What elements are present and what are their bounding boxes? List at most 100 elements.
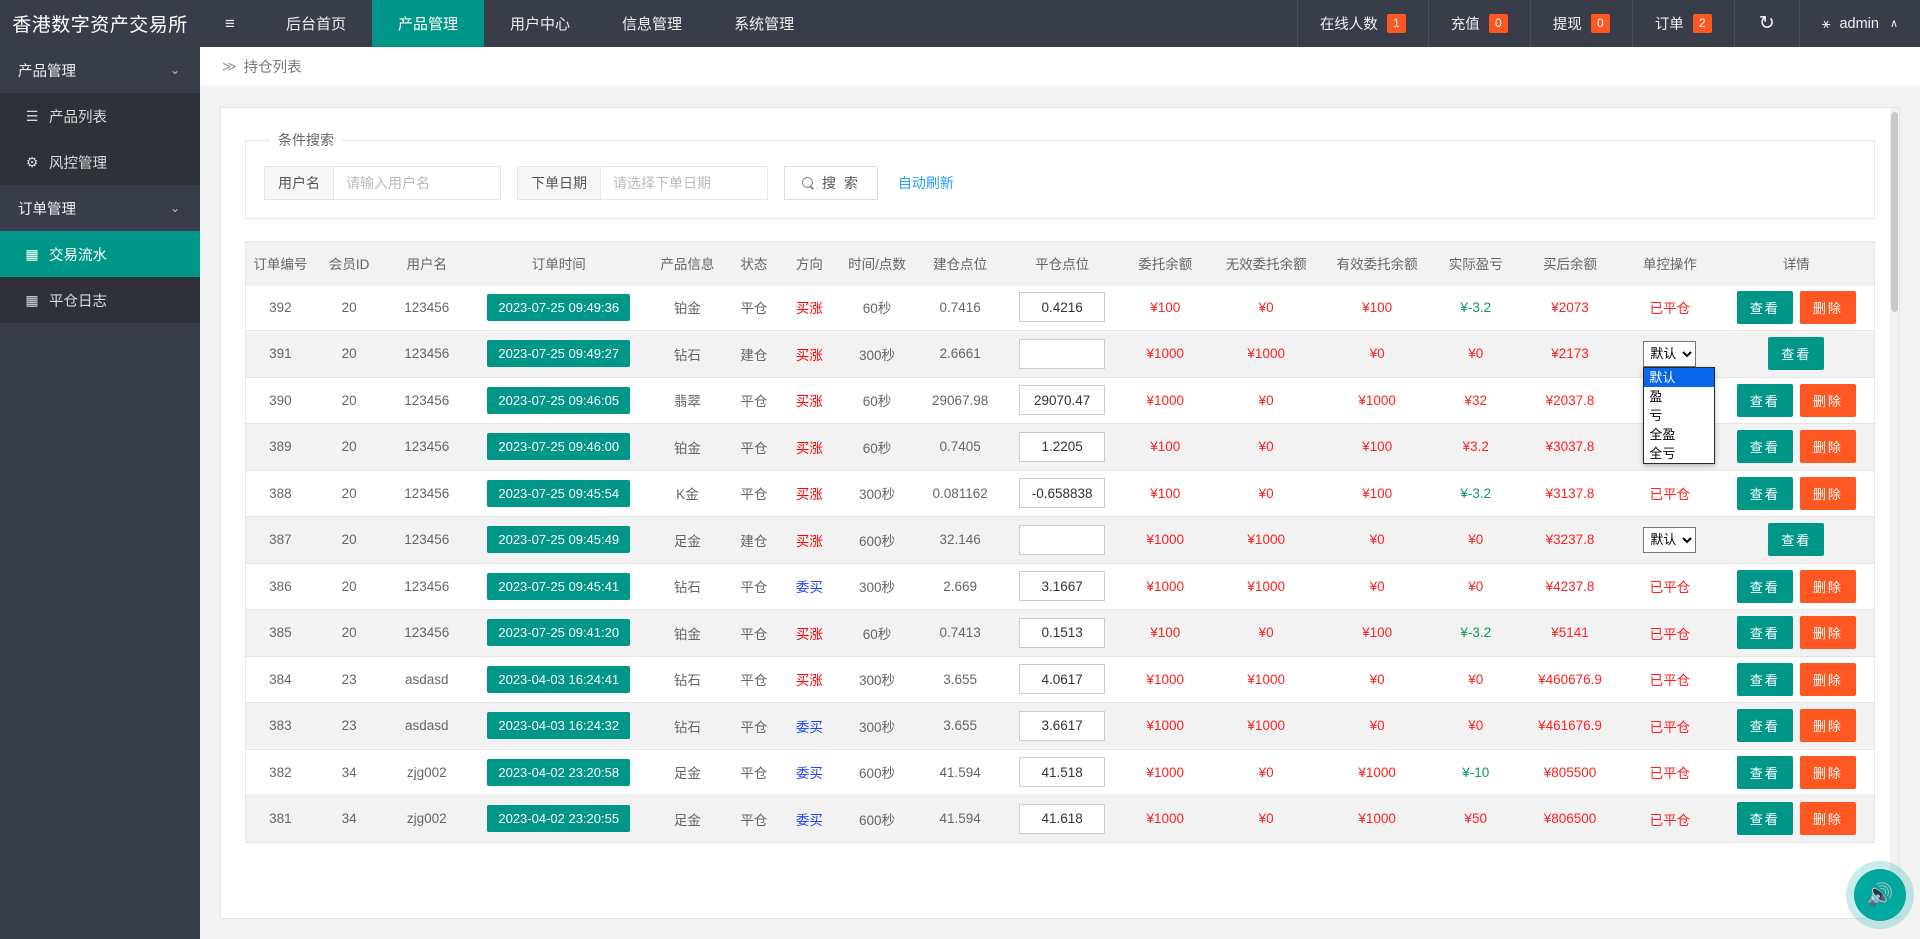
menu-icon[interactable]: ≡ <box>200 0 260 47</box>
control-option-4[interactable]: 全亏 <box>1644 444 1714 463</box>
sidebar-item-position-log[interactable]: ▦ 平仓日志 <box>0 277 200 323</box>
refresh-icon[interactable]: ↻ <box>1734 0 1799 47</box>
order-id-value: 381 <box>269 811 292 826</box>
cell-close-point[interactable] <box>1005 517 1120 564</box>
cell-close-point[interactable] <box>1005 703 1120 750</box>
delete-button[interactable]: 删除 <box>1800 616 1856 649</box>
control-option-1[interactable]: 盈 <box>1644 387 1714 406</box>
cell-close-point[interactable] <box>1005 424 1120 471</box>
view-button[interactable]: 查看 <box>1768 523 1824 556</box>
username-value: 123456 <box>404 579 449 594</box>
cell-close-point[interactable] <box>1005 331 1120 378</box>
control-select-host: 默认盈亏全盈全亏 <box>1643 527 1696 553</box>
control-option-3[interactable]: 全盈 <box>1644 425 1714 444</box>
scrollbar-thumb[interactable] <box>1891 112 1898 312</box>
user-menu[interactable]: ⚹ admin ∧ <box>1799 0 1920 47</box>
view-button[interactable]: 查看 <box>1737 802 1793 835</box>
cell-product-info: 钻石 <box>647 656 727 703</box>
cell-close-point[interactable] <box>1005 610 1120 657</box>
cell-close-point[interactable] <box>1005 563 1120 610</box>
delete-button[interactable]: 删除 <box>1800 291 1856 324</box>
col-order-id: 订单编号 <box>246 242 315 284</box>
sidebar-item-transaction-flow[interactable]: ▦ 交易流水 <box>0 231 200 277</box>
order-id-value: 385 <box>269 625 292 640</box>
member-id-value: 23 <box>342 718 357 733</box>
cell-close-point[interactable] <box>1005 284 1120 331</box>
cell-entrust-balance: ¥1000 <box>1120 749 1211 796</box>
cell-actual-pnl: ¥0 <box>1433 517 1520 564</box>
cell-close-point[interactable] <box>1005 796 1120 843</box>
delete-button[interactable]: 删除 <box>1800 709 1856 742</box>
cell-period: 300秒 <box>838 563 916 610</box>
cell-control: 已平仓 <box>1621 284 1719 331</box>
orders-table-header-row: 订单编号 会员ID 用户名 订单时间 产品信息 状态 方向 时间/点数 建仓点位… <box>246 242 1874 284</box>
cell-close-point[interactable] <box>1005 377 1120 424</box>
nav-item-home[interactable]: 后台首页 <box>260 0 372 47</box>
sidebar-group-product-management[interactable]: 产品管理 ⌄ <box>0 47 200 93</box>
view-button[interactable]: 查看 <box>1737 477 1793 510</box>
close-point-input <box>1019 432 1105 462</box>
stat-recharge[interactable]: 充值 0 <box>1428 0 1530 47</box>
cell-open-point: 2.6661 <box>916 331 1005 378</box>
delete-button[interactable]: 删除 <box>1800 570 1856 603</box>
vertical-scrollbar[interactable] <box>1890 108 1899 918</box>
control-option-2[interactable]: 亏 <box>1644 406 1714 425</box>
delete-button[interactable]: 删除 <box>1800 756 1856 789</box>
view-button[interactable]: 查看 <box>1737 616 1793 649</box>
sound-icon[interactable]: 🔊 <box>1854 869 1906 921</box>
control-option-0[interactable]: 默认 <box>1644 368 1714 387</box>
stat-orders[interactable]: 订单 2 <box>1632 0 1734 47</box>
status-value: 平仓 <box>740 441 767 456</box>
delete-button[interactable]: 删除 <box>1800 430 1856 463</box>
nav-item-product-management[interactable]: 产品管理 <box>372 0 484 47</box>
view-button[interactable]: 查看 <box>1737 384 1793 417</box>
nav-item-user-center[interactable]: 用户中心 <box>484 0 596 47</box>
direction-value: 买涨 <box>796 673 823 688</box>
delete-button[interactable]: 删除 <box>1800 477 1856 510</box>
order-date-input[interactable] <box>600 166 768 200</box>
status-value: 平仓 <box>740 301 767 316</box>
order-id-value: 386 <box>269 579 292 594</box>
after-balance-value: ¥5141 <box>1551 625 1589 640</box>
delete-button[interactable]: 删除 <box>1800 802 1856 835</box>
control-select[interactable]: 默认盈亏全盈全亏 <box>1643 527 1696 553</box>
order-id-value: 383 <box>269 718 292 733</box>
view-button[interactable]: 查看 <box>1737 291 1793 324</box>
cell-product-info: 足金 <box>647 796 727 843</box>
view-button[interactable]: 查看 <box>1737 570 1793 603</box>
status-value: 平仓 <box>740 487 767 502</box>
cell-close-point[interactable] <box>1005 749 1120 796</box>
stat-online-users[interactable]: 在线人数 1 <box>1297 0 1428 47</box>
search-button[interactable]: 搜 索 <box>784 166 878 200</box>
cell-product-info: 铂金 <box>647 284 727 331</box>
view-button[interactable]: 查看 <box>1737 430 1793 463</box>
nav-item-info-management[interactable]: 信息管理 <box>596 0 708 47</box>
cell-valid-balance: ¥100 <box>1322 284 1433 331</box>
stat-withdraw[interactable]: 提现 0 <box>1530 0 1632 47</box>
control-dropdown-list[interactable]: 默认盈亏全盈全亏 <box>1643 367 1715 464</box>
sidebar-item-risk-control[interactable]: ⚙ 风控管理 <box>0 139 200 185</box>
member-id-value: 34 <box>342 765 357 780</box>
nav-item-system-management[interactable]: 系统管理 <box>708 0 820 47</box>
cell-open-point: 0.7416 <box>916 284 1005 331</box>
delete-button[interactable]: 删除 <box>1800 384 1856 417</box>
product-value: 铂金 <box>674 627 701 642</box>
open-point-value: 3.655 <box>943 718 977 733</box>
sidebar-item-product-list[interactable]: ☰ 产品列表 <box>0 93 200 139</box>
cell-close-point[interactable] <box>1005 470 1120 517</box>
view-button[interactable]: 查看 <box>1768 337 1824 370</box>
cell-detail: 查看删除 <box>1719 703 1874 750</box>
order-id-value: 384 <box>269 672 292 687</box>
sidebar-group-order-management[interactable]: 订单管理 ⌄ <box>0 185 200 231</box>
delete-button[interactable]: 删除 <box>1800 663 1856 696</box>
control-select[interactable]: 默认盈亏全盈全亏 <box>1643 341 1696 367</box>
control-status-text: 已平仓 <box>1650 627 1691 642</box>
cell-invalid-balance: ¥0 <box>1211 749 1322 796</box>
username-input[interactable] <box>333 166 501 200</box>
view-button[interactable]: 查看 <box>1737 756 1793 789</box>
view-button[interactable]: 查看 <box>1737 709 1793 742</box>
view-button[interactable]: 查看 <box>1737 663 1793 696</box>
auto-refresh-link[interactable]: 自动刷新 <box>898 173 954 193</box>
after-balance-value: ¥3037.8 <box>1546 439 1595 454</box>
cell-close-point[interactable] <box>1005 656 1120 703</box>
